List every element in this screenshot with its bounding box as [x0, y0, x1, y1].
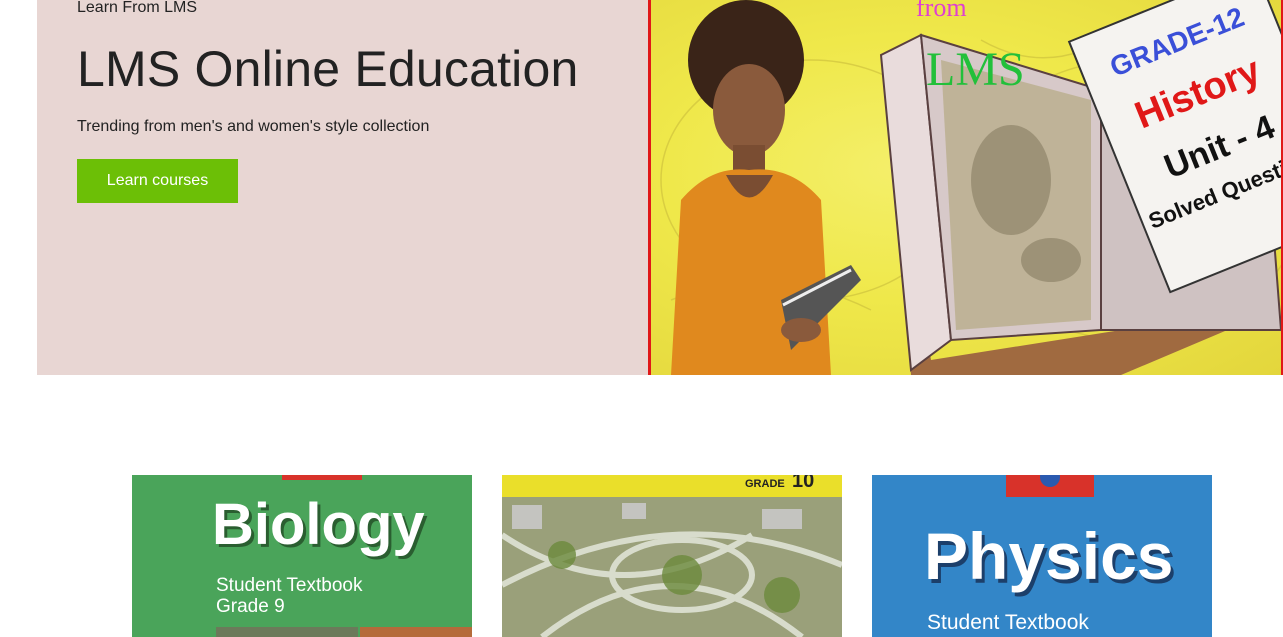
course-card-grade10[interactable]: GRADE 10 — [502, 475, 842, 637]
hero-subtitle: Trending from men's and women's style co… — [77, 118, 430, 135]
svg-text:from: from — [916, 0, 967, 22]
svg-text:10: 10 — [792, 475, 814, 492]
grade10-cover: GRADE 10 — [502, 475, 842, 637]
svg-text:Physics: Physics — [924, 519, 1174, 593]
biology-cover: Biology Biology Student Textbook Grade 9 — [212, 475, 472, 637]
svg-text:Student Textbook: Student Textbook — [216, 575, 363, 596]
svg-text:GRADE: GRADE — [745, 478, 785, 490]
svg-text:Student Textbook: Student Textbook — [927, 611, 1089, 634]
learn-courses-button[interactable]: Learn courses — [77, 159, 238, 203]
course-card-biology[interactable]: Biology Biology Student Textbook Grade 9 — [132, 475, 472, 637]
hero-banner: Learn From LMS LMS Online Education Tren… — [37, 0, 1283, 375]
hero-text-panel: Learn From LMS LMS Online Education Tren… — [37, 0, 648, 375]
student-photo — [671, 0, 861, 375]
course-card-physics[interactable]: Physics Physics Student Textbook — [872, 475, 1212, 637]
hero-title: LMS Online Education — [77, 41, 579, 97]
hero-illustration: GRADE-12 History Unit - 4 Solved Questio… — [660, 0, 1281, 375]
svg-text:LMS: LMS — [926, 43, 1025, 96]
hero-image: GRADE-12 History Unit - 4 Solved Questio… — [648, 0, 1283, 375]
physics-cover: Physics Physics Student Textbook — [924, 475, 1177, 634]
course-cards: Biology Biology Student Textbook Grade 9… — [132, 475, 1212, 637]
svg-text:Biology: Biology — [212, 492, 425, 557]
hero-kicker: Learn From LMS — [77, 0, 198, 16]
svg-text:Grade 9: Grade 9 — [216, 596, 285, 617]
